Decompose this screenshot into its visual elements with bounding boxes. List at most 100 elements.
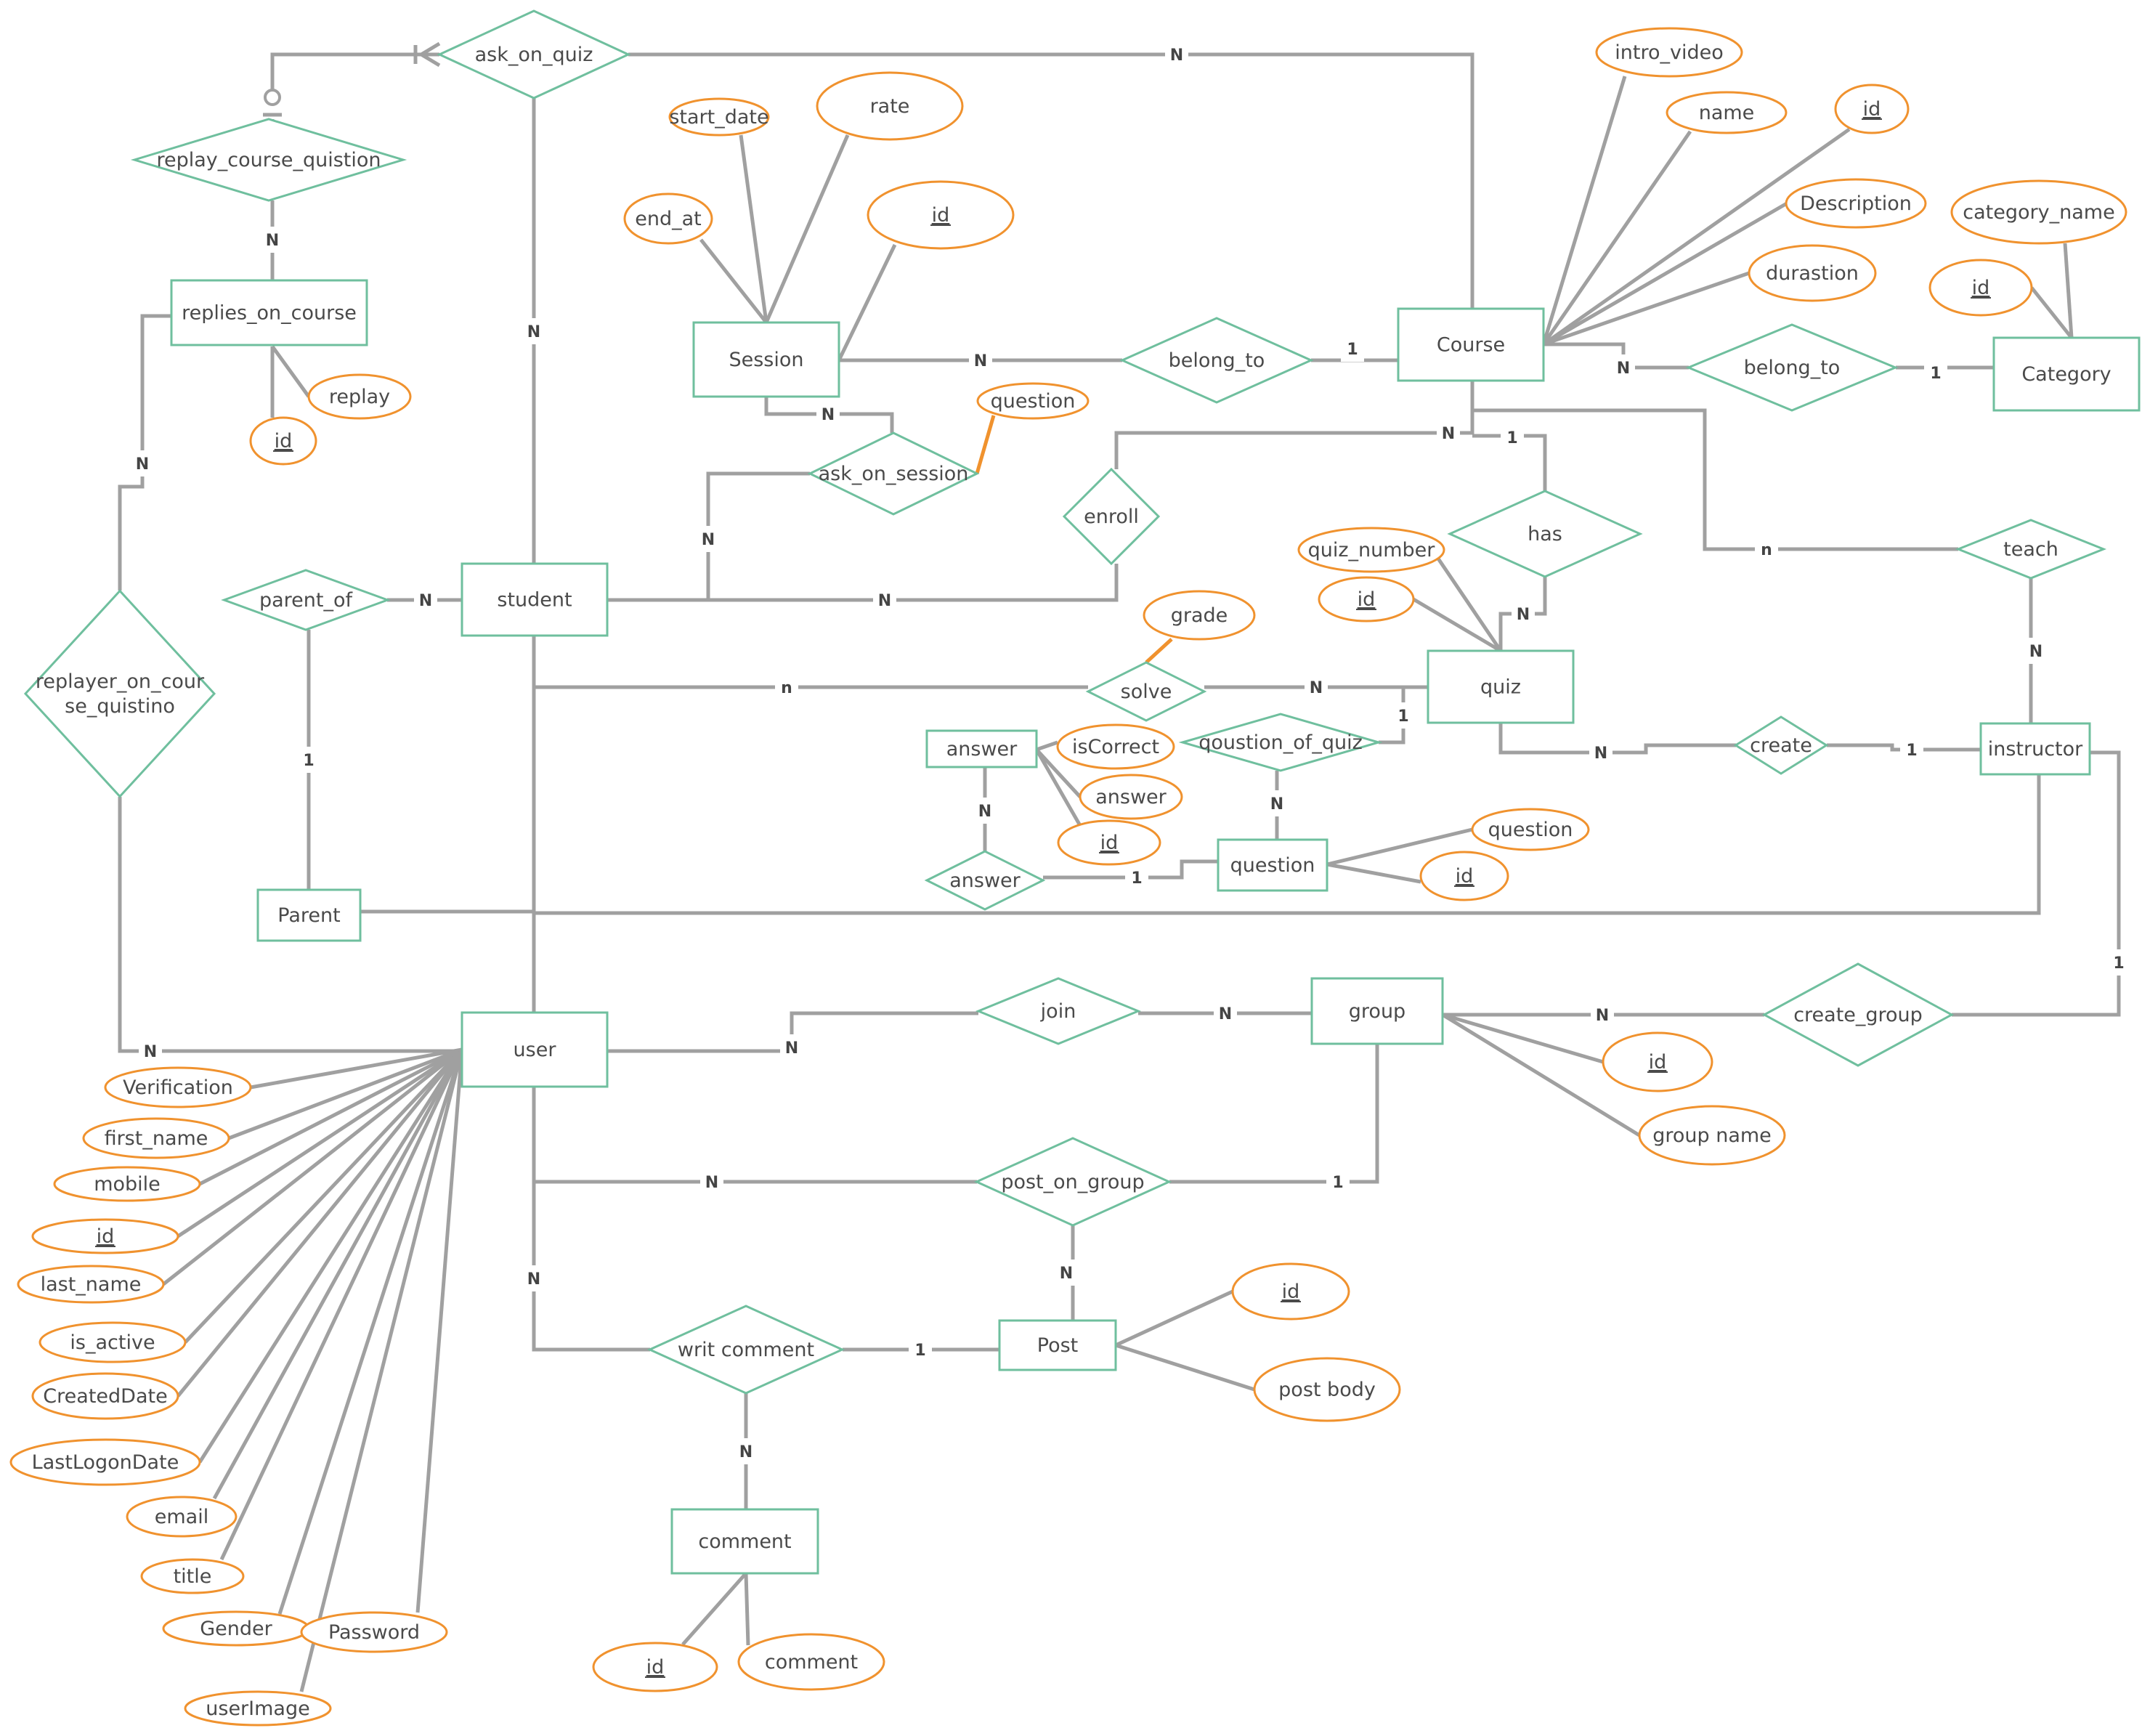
attribute-post-post-body[interactable]: post body <box>1253 1357 1401 1422</box>
attribute-course-id[interactable]: id <box>1834 84 1910 134</box>
primary-key-label: id <box>1863 98 1881 121</box>
entity-course[interactable]: Course <box>1397 307 1545 382</box>
attribute-session-id[interactable]: id <box>867 180 1015 250</box>
attribute-answer-iscorrect[interactable]: isCorrect <box>1056 723 1175 770</box>
entity-quiz[interactable]: quiz <box>1427 649 1575 724</box>
cardinality-label: N <box>144 1043 157 1061</box>
attribute-user-is-active[interactable]: is_active <box>38 1321 187 1363</box>
attribute-user-createddate[interactable]: CreatedDate <box>31 1372 179 1420</box>
attribute-course-description[interactable]: Description <box>1785 178 1927 229</box>
attribute-user-last-name[interactable]: last_name <box>17 1265 165 1304</box>
entity-label: answer <box>946 738 1018 760</box>
attribute-user-password[interactable]: Password <box>300 1611 448 1653</box>
attribute-quiz-quiz-number[interactable]: quiz_number <box>1297 527 1445 573</box>
attribute-session-rate[interactable]: rate <box>816 71 964 141</box>
relationship-create[interactable]: create <box>1733 715 1829 775</box>
relationship-join[interactable]: join <box>975 977 1141 1045</box>
relationship-qoustion-of-quiz[interactable]: qoustion_of_quiz <box>1178 713 1383 772</box>
attribute-user-verification[interactable]: Verification <box>104 1066 252 1108</box>
cardinality-label: N <box>1060 1265 1073 1283</box>
relationship-has[interactable]: has <box>1447 490 1643 578</box>
attribute-group-id[interactable]: id <box>1602 1031 1713 1092</box>
relationship-parent-of[interactable]: parent_of <box>221 569 391 631</box>
connector-line <box>628 52 1474 309</box>
cardinality-teach-course: n <box>1755 536 1778 562</box>
relationship-writ-comment[interactable]: writ comment <box>646 1305 845 1395</box>
cardinality-label: N <box>702 531 715 549</box>
entity-answer[interactable]: answer <box>925 729 1038 768</box>
entity-question[interactable]: question <box>1217 838 1328 892</box>
entity-group[interactable]: group <box>1310 977 1444 1045</box>
relationship-label: create <box>1750 734 1812 757</box>
entity-user[interactable]: user <box>461 1011 609 1088</box>
attribute-quiz-id[interactable]: id <box>1318 576 1415 622</box>
attribute-session-end-at[interactable]: end_at <box>623 192 713 245</box>
relationship-ask-on-session[interactable]: ask_on_session <box>807 431 980 516</box>
entity-post[interactable]: Post <box>998 1319 1117 1371</box>
relationship-solve[interactable]: solve <box>1085 661 1207 722</box>
entity-comment[interactable]: comment <box>670 1508 819 1575</box>
attribute-label: first_name <box>105 1127 208 1150</box>
attribute-session-start-date[interactable]: start_date <box>668 97 770 137</box>
cardinality-solve-quiz: N <box>1305 674 1328 700</box>
connector-line <box>607 564 1119 602</box>
attribute-user-mobile[interactable]: mobile <box>53 1166 201 1202</box>
attribute-user-title[interactable]: title <box>140 1558 245 1594</box>
attribute-label: question <box>1488 819 1573 841</box>
relationship-post-on-group[interactable]: post_on_group <box>973 1137 1172 1227</box>
entity-student[interactable]: student <box>461 562 609 637</box>
attribute-ask-on-session-question[interactable]: question <box>976 382 1090 420</box>
attribute-link <box>2030 286 2073 339</box>
attribute-category-id[interactable]: id <box>1928 259 2033 317</box>
attribute-label: mobile <box>94 1173 161 1196</box>
attribute-answer-id[interactable]: id <box>1057 819 1161 866</box>
attribute-user-id[interactable]: id <box>31 1218 179 1254</box>
attribute-replies-on-course-id[interactable]: id <box>249 416 317 466</box>
entity-label: user <box>514 1039 557 1061</box>
cardinality-label: 1 <box>1506 429 1517 447</box>
attribute-label: userImage <box>206 1698 309 1720</box>
attribute-post-id[interactable]: id <box>1231 1262 1350 1321</box>
entity-parent[interactable]: Parent <box>256 888 362 942</box>
relationship-ask-on-quiz[interactable]: ask_on_quiz <box>437 9 631 100</box>
cardinality-label: N <box>1617 360 1630 378</box>
relationship-replayer-on-course-quistino[interactable]: replayer_on_course_quistino <box>23 589 216 798</box>
cardinality-parent-of-student: N <box>414 587 437 613</box>
attribute-user-email[interactable]: email <box>126 1496 238 1538</box>
relationship-label: belong_to <box>1744 357 1841 379</box>
relationship-belong-to-category[interactable]: belong_to <box>1685 323 1899 412</box>
attribute-comment-id[interactable]: id <box>592 1642 718 1692</box>
attribute-label: grade <box>1171 604 1228 627</box>
attribute-course-durastion[interactable]: durastion <box>1748 244 1877 302</box>
cardinality-answer-rel-question: 1 <box>1125 864 1148 891</box>
attribute-answer-answer[interactable]: answer <box>1079 774 1183 820</box>
attribute-label: group name <box>1652 1124 1772 1147</box>
relationship-create-group[interactable]: create_group <box>1761 962 1955 1067</box>
attribute-replies-on-course-replay[interactable]: replay <box>307 373 412 420</box>
entity-replies-on-course[interactable]: replies_on_course <box>170 279 368 346</box>
relationship-enroll[interactable]: enroll <box>1062 467 1161 566</box>
entity-instructor[interactable]: instructor <box>1979 722 2091 776</box>
entity-category[interactable]: Category <box>1992 336 2141 412</box>
relationship-replay-course-quistion[interactable]: replay_course_quistion <box>130 118 407 202</box>
attribute-comment-comment[interactable]: comment <box>737 1633 885 1691</box>
attribute-user-first-name[interactable]: first_name <box>82 1117 230 1159</box>
attribute-user-gender[interactable]: Gender <box>162 1610 310 1647</box>
relationship-belong-to-session[interactable]: belong_to <box>1119 317 1314 404</box>
attribute-category-category-name[interactable]: category_name <box>1950 179 2127 245</box>
attribute-question-question[interactable]: question <box>1471 808 1590 851</box>
attribute-solve-grade[interactable]: grade <box>1143 590 1256 641</box>
attribute-course-name[interactable]: name <box>1666 91 1788 134</box>
attribute-user-userimage[interactable]: userImage <box>184 1690 332 1727</box>
attribute-course-intro-video[interactable]: intro_video <box>1595 27 1743 78</box>
attribute-question-id[interactable]: id <box>1419 851 1509 901</box>
entity-session[interactable]: Session <box>692 321 840 398</box>
attribute-label: post body <box>1278 1379 1376 1401</box>
relationship-teach[interactable]: teach <box>1955 519 2107 580</box>
attribute-link <box>681 1572 747 1646</box>
cardinality-post-on-group-post: N <box>1055 1260 1078 1286</box>
cardinality-create-group-group: N <box>1591 1002 1614 1028</box>
attribute-user-lastlogondate[interactable]: LastLogonDate <box>9 1438 201 1486</box>
attribute-group-group-name[interactable]: group name <box>1638 1105 1786 1166</box>
relationship-answer-rel[interactable]: answer <box>924 850 1046 911</box>
